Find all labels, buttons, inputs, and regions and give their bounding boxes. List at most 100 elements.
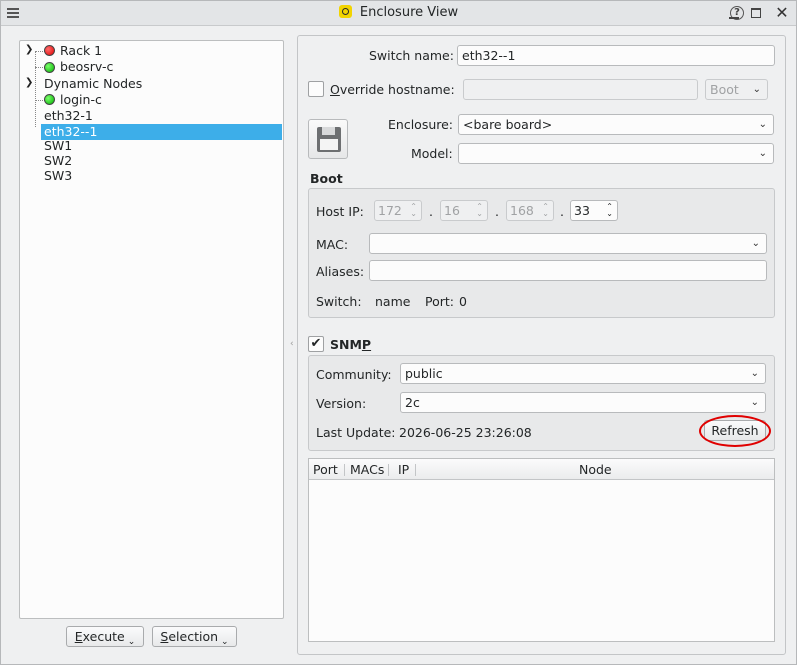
close-icon[interactable]: ✕ (775, 5, 789, 21)
maximize-icon[interactable] (751, 8, 761, 18)
port-label: Port: (425, 294, 454, 309)
app-logo-icon (338, 5, 352, 18)
chevron-down-icon: ⌄ (127, 637, 136, 647)
enclosure-combo[interactable]: <bare board> ⌄ (458, 114, 774, 135)
tree-item-dynamic-nodes[interactable]: Dynamic Nodes (44, 76, 142, 92)
ip-octet-1[interactable]: 172 ⌃ ⌄ (374, 200, 422, 221)
snmp-title-text: SNM (330, 337, 362, 352)
switch-label: Switch: (316, 294, 362, 309)
override-hostname-label: Override hostname: (330, 82, 455, 97)
checkmark-icon: ✔ (310, 336, 322, 351)
expand-arrow-icon[interactable]: ❯ (25, 77, 33, 89)
switch-value: name (375, 294, 411, 309)
status-green-icon (44, 94, 55, 105)
enclosure-view-window: Enclosure View ? ✕ ❯ Rack 1 beosrv-c ❯ D… (0, 0, 797, 665)
ip-octet-4[interactable]: 33 ⌃ ⌄ (570, 200, 618, 221)
ip-octet-1-value: 172 (378, 203, 402, 218)
tree-item-login-c[interactable]: login-c (60, 92, 102, 108)
tree-item-sw2[interactable]: SW2 (44, 153, 72, 169)
status-green-icon (44, 62, 55, 73)
ip-octet-3[interactable]: 168 ⌃ ⌄ (506, 200, 554, 221)
version-value: 2c (405, 395, 420, 410)
switch-name-label: Switch name: (369, 48, 454, 63)
chevron-down-icon: ⌄ (750, 368, 759, 379)
spin-arrows-icon: ⌃ ⌄ (476, 202, 483, 218)
mac-label: MAC: (316, 237, 349, 252)
last-update-label: Last Update: (316, 425, 396, 440)
floppy-disk-icon[interactable] (308, 119, 348, 159)
column-header-port[interactable]: Port (313, 462, 338, 477)
ip-octet-3-value: 168 (510, 203, 534, 218)
selection-button[interactable]: Selection ⌄ (152, 626, 237, 647)
enclosure-value: <bare board> (463, 117, 553, 132)
column-separator (344, 464, 345, 476)
tree-item-sw3[interactable]: SW3 (44, 168, 72, 184)
ip-dot: . (495, 204, 499, 219)
tree-item-eth32--1[interactable]: eth32--1 (41, 124, 282, 140)
chevron-down-icon: ⌄ (758, 119, 767, 130)
override-hostname-checkbox[interactable] (308, 81, 324, 97)
last-update-value: 2026-06-25 23:26:08 (399, 425, 532, 440)
tree-connector (35, 51, 36, 127)
override-mnemonic: O (330, 82, 340, 97)
tree-item-rack-1[interactable]: Rack 1 (60, 43, 102, 59)
expand-arrow-icon[interactable]: ❯ (25, 44, 33, 56)
window-title-text: Enclosure View (359, 5, 459, 20)
tree-item-eth32-1[interactable]: eth32-1 (44, 108, 93, 124)
community-combo[interactable]: public ⌄ (400, 363, 766, 384)
aliases-label: Aliases: (316, 264, 365, 279)
community-value: public (405, 366, 443, 381)
ports-table-header: Port MACs IP Node (309, 459, 774, 480)
boot-section-title: Boot (310, 171, 343, 186)
column-separator (415, 464, 416, 476)
boot-combo-value: Boot (710, 82, 739, 97)
spin-arrows-icon: ⌃ ⌄ (606, 202, 613, 218)
snmp-mnemonic: P (361, 337, 372, 352)
snmp-section-title: SNMP (330, 337, 371, 352)
version-combo[interactable]: 2c ⌄ (400, 392, 766, 413)
mac-combo[interactable]: ⌄ (369, 233, 767, 254)
tree-item-beosrv-c[interactable]: beosrv-c (60, 59, 113, 75)
ip-octet-4-value: 33 (574, 203, 590, 218)
ip-octet-2[interactable]: 16 ⌃ ⌄ (440, 200, 488, 221)
chevron-down-icon: ⌄ (758, 148, 767, 159)
enclosure-tree[interactable]: ❯ Rack 1 beosrv-c ❯ Dynamic Nodes login-… (19, 40, 284, 619)
ip-dot: . (429, 204, 433, 219)
tree-item-sw1[interactable]: SW1 (44, 138, 72, 154)
spin-arrows-icon: ⌃ ⌄ (542, 202, 549, 218)
column-header-macs[interactable]: MACs (350, 462, 384, 477)
chevron-down-icon: ⌄ (751, 238, 760, 249)
aliases-input[interactable] (369, 260, 767, 281)
window-title: Enclosure View (1, 5, 796, 20)
ports-table[interactable]: Port MACs IP Node (308, 458, 775, 642)
execute-mnemonic: E (74, 629, 83, 644)
column-header-node[interactable]: Node (579, 462, 612, 477)
title-bar: Enclosure View ? ✕ (1, 1, 796, 26)
spin-arrows-icon: ⌃ ⌄ (410, 202, 417, 218)
switch-name-input[interactable]: eth32--1 (457, 45, 775, 66)
execute-button[interactable]: Execute ⌄ (66, 626, 144, 647)
chevron-down-icon: ⌄ (752, 84, 761, 95)
model-combo[interactable]: ⌄ (458, 143, 774, 164)
status-red-icon (44, 45, 55, 56)
enclosure-label: Enclosure: (388, 117, 454, 132)
chevron-down-icon: ⌄ (221, 637, 229, 647)
minimize-icon[interactable] (728, 8, 740, 20)
override-label-rest: verride hostname: (339, 82, 455, 97)
ip-octet-2-value: 16 (444, 203, 460, 218)
splitter-handle[interactable]: ‹ (290, 339, 294, 349)
execute-label: xecute (82, 629, 125, 644)
selection-label: election (168, 629, 219, 644)
column-header-ip[interactable]: IP (398, 462, 409, 477)
ip-dot: . (560, 204, 564, 219)
version-label: Version: (316, 396, 367, 411)
refresh-highlight-annotation (699, 415, 771, 447)
snmp-checkbox[interactable]: ✔ (308, 336, 324, 352)
model-label: Model: (411, 146, 453, 161)
host-ip-label: Host IP: (316, 204, 364, 219)
port-value: 0 (459, 294, 467, 309)
column-separator (388, 464, 389, 476)
boot-combo[interactable]: Boot ⌄ (705, 79, 768, 100)
hostname-input[interactable] (463, 79, 698, 100)
chevron-down-icon: ⌄ (750, 397, 759, 408)
